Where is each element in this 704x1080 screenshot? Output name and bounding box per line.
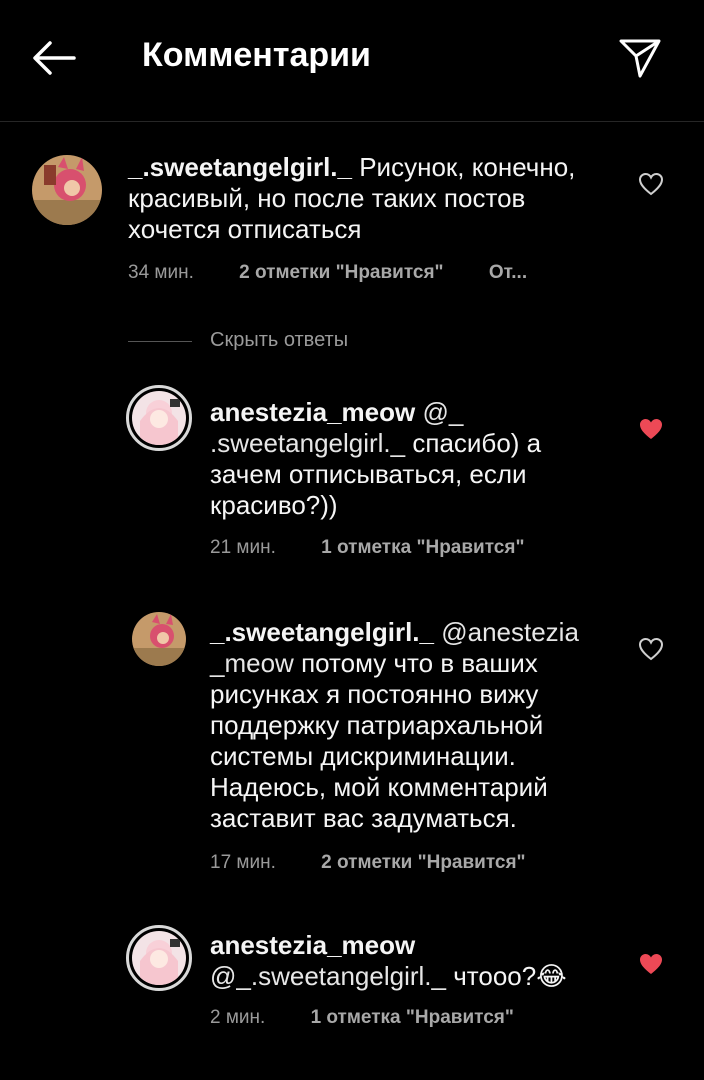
reply-text: _.sweetangelgirl._ @anestezia _meow пото…: [210, 617, 580, 834]
likes-count[interactable]: 1 отметка "Нравится": [321, 537, 524, 558]
reply-text: anestezia_meow @_ .sweetangelgirl._ спас…: [210, 397, 580, 521]
header-divider: [0, 121, 704, 122]
comment-meta: 34 мин. 2 отметки "Нравится" От...: [128, 262, 527, 284]
reply-mention[interactable]: @_.sweetangelgirl._: [210, 961, 446, 991]
reply-time: 21 мин.: [210, 537, 276, 558]
comment-time: 34 мин.: [128, 262, 194, 283]
heart-filled-icon[interactable]: [638, 952, 664, 976]
comment-text: _.sweetangelgirl._ Рисунок, конечно, кра…: [128, 152, 598, 245]
reply-username[interactable]: anestezia_meow: [210, 930, 415, 960]
arrow-left-icon[interactable]: [30, 38, 78, 78]
avatar[interactable]: [132, 391, 186, 445]
heart-outline-icon[interactable]: [638, 172, 664, 196]
reply-body: чтооо?😂: [453, 961, 567, 991]
paper-plane-icon[interactable]: [618, 36, 662, 80]
avatar[interactable]: [132, 612, 186, 666]
heart-outline-icon[interactable]: [638, 637, 664, 661]
likes-count[interactable]: 2 отметки "Нравится": [321, 852, 525, 873]
reply-username[interactable]: anestezia_meow: [210, 397, 415, 427]
reply-time: 2 мин.: [210, 1007, 266, 1028]
hide-replies-line: [128, 341, 192, 342]
heart-filled-icon[interactable]: [638, 417, 664, 441]
top-bar: Комментарии: [0, 0, 704, 120]
reply-meta: 21 мин. 1 отметка "Нравится": [210, 537, 524, 559]
likes-count[interactable]: 1 отметка "Нравится": [311, 1007, 514, 1028]
comment-username[interactable]: _.sweetangelgirl._: [128, 152, 352, 182]
reply-username[interactable]: _.sweetangelgirl._: [210, 617, 434, 647]
reply-button[interactable]: От...: [489, 262, 527, 283]
reply-meta: 2 мин. 1 отметка "Нравится": [210, 1007, 514, 1029]
reply-text: anestezia_meow @_.sweetangelgirl._ чтооо…: [210, 930, 590, 992]
hide-replies-button[interactable]: Скрыть ответы: [210, 329, 348, 352]
avatar[interactable]: [32, 155, 102, 225]
reply-time: 17 мин.: [210, 852, 276, 873]
likes-count[interactable]: 2 отметки "Нравится": [239, 262, 443, 283]
reply-meta: 17 мин. 2 отметки "Нравится": [210, 852, 526, 874]
page-title: Комментарии: [142, 36, 371, 74]
avatar[interactable]: [132, 931, 186, 985]
